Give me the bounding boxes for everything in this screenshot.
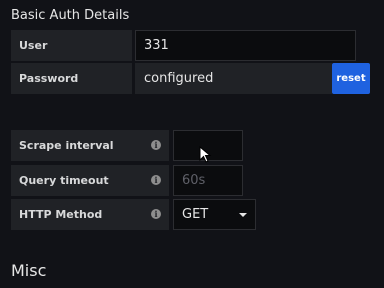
mouse-pointer-icon xyxy=(199,146,212,163)
datasource-settings-page: Basic Auth Details User 331 Password con… xyxy=(0,0,384,288)
scrape-interval-label: Scrape interval i xyxy=(11,130,169,161)
query-timeout-row: Query timeout i 60s xyxy=(11,165,243,196)
info-icon[interactable]: i xyxy=(151,140,161,150)
query-timeout-label-text: Query timeout xyxy=(19,174,109,187)
http-method-select[interactable]: GET xyxy=(173,199,256,230)
query-timeout-input[interactable]: 60s xyxy=(173,165,243,196)
info-icon[interactable]: i xyxy=(151,175,161,185)
http-method-label-text: HTTP Method xyxy=(19,208,103,221)
user-label: User xyxy=(11,30,132,61)
user-input[interactable]: 331 xyxy=(135,30,356,61)
http-method-value: GET xyxy=(182,207,209,222)
misc-section-title: Misc xyxy=(11,261,47,280)
scrape-interval-label-text: Scrape interval xyxy=(19,139,114,152)
chevron-down-icon xyxy=(239,213,247,217)
password-configured-field: configured xyxy=(135,63,332,94)
basic-auth-section-title: Basic Auth Details xyxy=(11,8,130,23)
user-row: User 331 xyxy=(11,30,356,61)
info-icon[interactable]: i xyxy=(151,209,161,219)
password-reset-button[interactable]: reset xyxy=(332,63,370,94)
password-label: Password xyxy=(11,63,132,94)
http-method-label: HTTP Method i xyxy=(11,199,169,230)
query-timeout-label: Query timeout i xyxy=(11,165,169,196)
password-row: Password configured reset xyxy=(11,63,370,94)
http-method-row: HTTP Method i GET xyxy=(11,199,256,230)
